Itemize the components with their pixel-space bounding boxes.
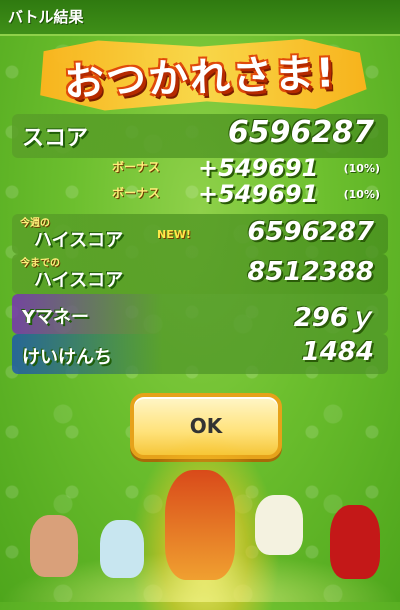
alltime-highscore-value: 8512388 (247, 257, 374, 287)
samurai-character (100, 520, 144, 578)
red-haired-character (165, 470, 235, 580)
bonus-1-value: +549691 (198, 154, 319, 182)
bonus-2-label: ボーナス (112, 186, 161, 200)
alltime-highscore-row: 今までの ハイスコア 8512388 (12, 254, 388, 294)
bonus-2-pct: (10%) (343, 188, 380, 201)
red-bat-character (330, 505, 380, 579)
money-row: Yマネー 296ｙ (12, 294, 388, 334)
old-man-character (30, 515, 78, 577)
score-label: スコア (22, 126, 89, 151)
new-badge: NEW! (157, 228, 191, 241)
weekly-highscore-label: ハイスコア (34, 230, 124, 251)
bonus-row-2: ボーナス +549691 (10%) (108, 180, 388, 208)
header-bar: バトル結果 (0, 0, 400, 36)
score-value: 6596287 (227, 115, 374, 150)
white-dog-character (255, 495, 303, 555)
money-label: Yマネー (22, 307, 90, 328)
weekly-highscore-value: 6596287 (247, 217, 374, 247)
score-row: スコア 6596287 (12, 114, 388, 158)
bonus-2-value: +549691 (198, 180, 319, 208)
money-value: 296ｙ (293, 303, 374, 333)
header-title: バトル結果 (8, 8, 84, 26)
weekly-highscore-row: 今週の ハイスコア NEW! 6596287 (12, 214, 388, 254)
banner-title: おつかれさま! (63, 50, 337, 106)
exp-row: けいけんち 1484 (12, 334, 388, 374)
bonus-1-pct: (10%) (343, 162, 380, 175)
bonus-row-1: ボーナス +549691 (10%) (108, 154, 388, 182)
exp-value: 1484 (301, 337, 374, 367)
alltime-highscore-label: ハイスコア (34, 270, 124, 291)
bonus-1-label: ボーナス (112, 160, 161, 174)
exp-label: けいけんち (22, 347, 112, 368)
